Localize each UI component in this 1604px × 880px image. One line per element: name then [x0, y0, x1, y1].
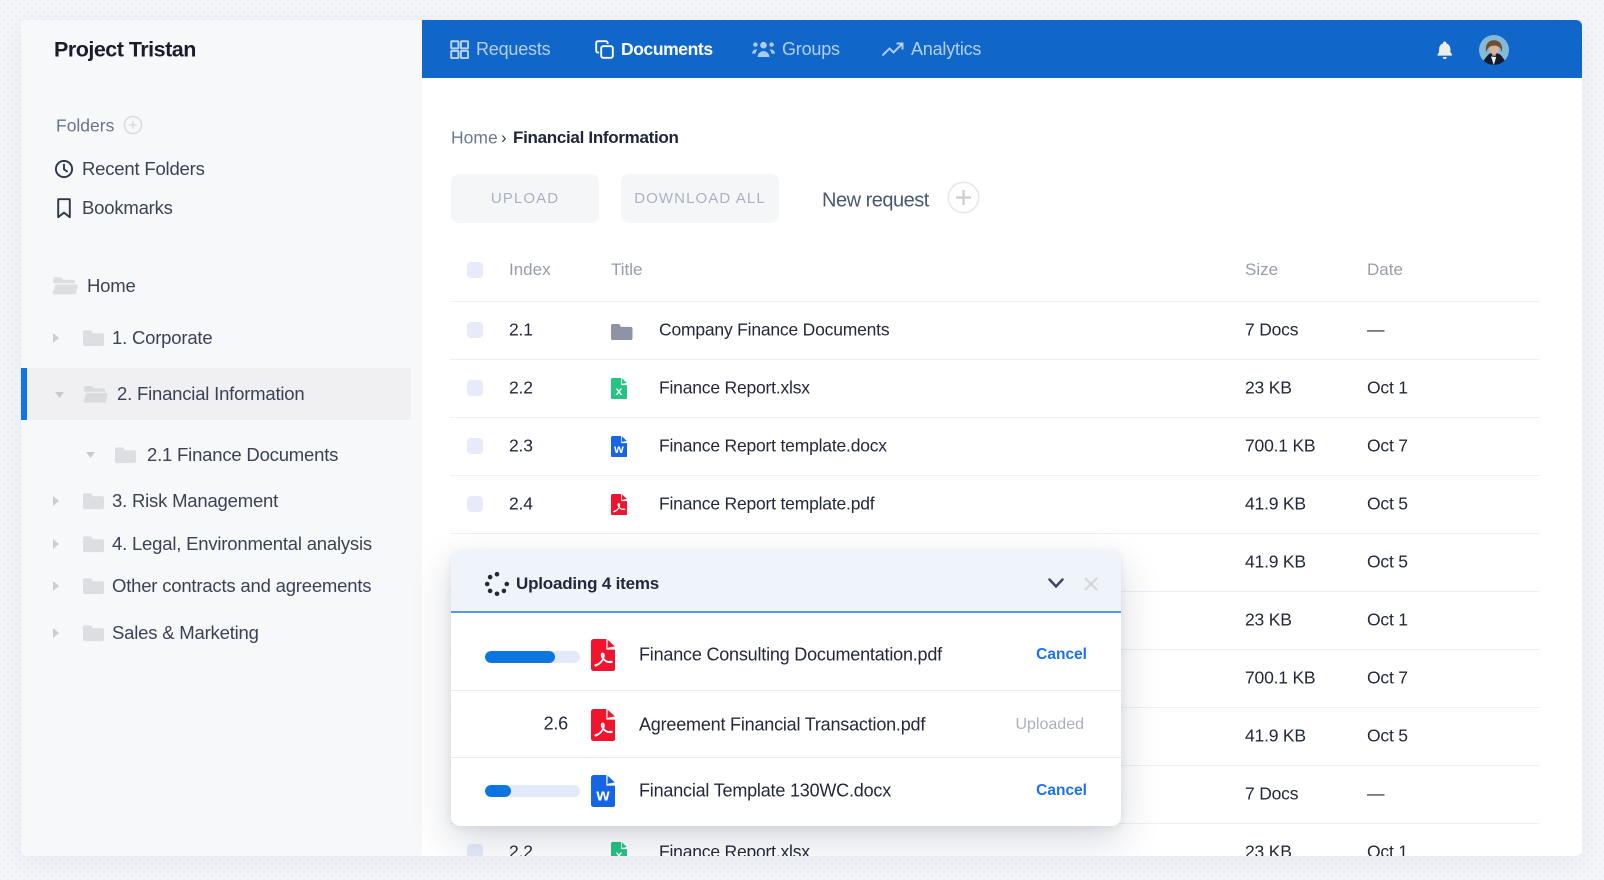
svg-text:w: w	[595, 785, 610, 804]
svg-text:x: x	[616, 847, 623, 856]
svg-text:x: x	[616, 383, 623, 397]
svg-text:w: w	[613, 441, 624, 455]
